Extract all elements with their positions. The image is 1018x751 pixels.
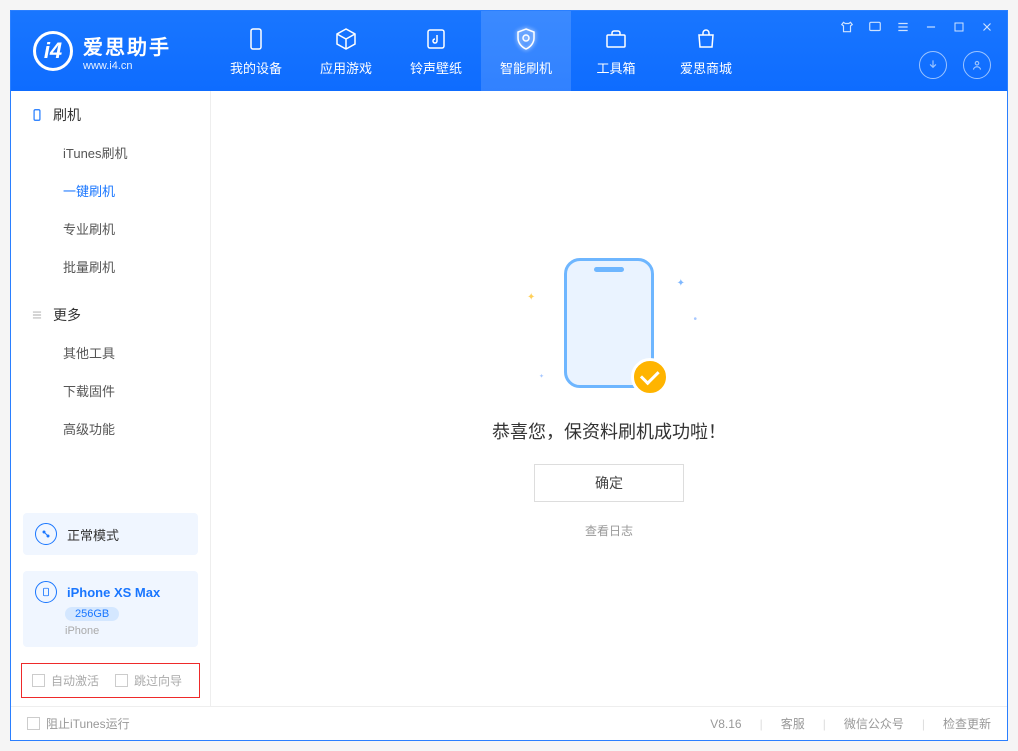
user-icon[interactable] <box>963 51 991 79</box>
checkbox-label: 阻止iTunes运行 <box>46 715 130 732</box>
checkbox-skip-guide[interactable]: 跳过向导 <box>115 672 182 689</box>
sidebar-item-batch-flash[interactable]: 批量刷机 <box>11 247 210 285</box>
device-icon <box>243 26 269 52</box>
phone-icon <box>29 107 45 123</box>
sparkle-icon: ✦ <box>539 373 544 380</box>
app-window: i4 爱思助手 www.i4.cn 我的设备 应用游戏 铃声壁纸 智能刷机 <box>10 10 1008 741</box>
sidebar-heading-more: 更多 <box>11 305 210 333</box>
sidebar-item-itunes-flash[interactable]: iTunes刷机 <box>11 133 210 171</box>
app-subtitle: www.i4.cn <box>83 60 171 72</box>
support-link[interactable]: 客服 <box>781 715 805 732</box>
wechat-link[interactable]: 微信公众号 <box>844 715 904 732</box>
checkbox-label: 自动激活 <box>51 672 99 689</box>
sidebar-item-advanced[interactable]: 高级功能 <box>11 409 210 447</box>
list-icon <box>29 307 45 323</box>
nav-tab-toolbox[interactable]: 工具箱 <box>571 11 661 91</box>
nav-label: 应用游戏 <box>320 58 372 77</box>
nav-tab-apps[interactable]: 应用游戏 <box>301 11 391 91</box>
device-card[interactable]: iPhone XS Max 256GB iPhone <box>23 571 198 647</box>
checkbox-label: 跳过向导 <box>134 672 182 689</box>
sidebar-heading-label: 刷机 <box>53 105 81 125</box>
feedback-icon[interactable] <box>867 19 883 35</box>
main-content: ✦ ✦ • ✦ 恭喜您，保资料刷机成功啦！ 确定 查看日志 <box>211 91 1007 706</box>
logo-block: i4 爱思助手 www.i4.cn <box>11 31 211 72</box>
download-icon[interactable] <box>919 51 947 79</box>
cube-icon <box>333 26 359 52</box>
menu-icon[interactable] <box>895 19 911 35</box>
sidebar-item-pro-flash[interactable]: 专业刷机 <box>11 209 210 247</box>
checkbox-icon <box>32 674 45 687</box>
sparkle-icon: ✦ <box>527 292 535 303</box>
app-title: 爱思助手 <box>83 31 171 60</box>
footer: 阻止iTunes运行 V8.16 | 客服 | 微信公众号 | 检查更新 <box>11 706 1007 740</box>
nav-label: 铃声壁纸 <box>410 58 462 77</box>
sparkle-icon: ✦ <box>677 278 685 289</box>
view-log-link[interactable]: 查看日志 <box>585 522 633 539</box>
nav-label: 工具箱 <box>596 58 635 77</box>
check-update-link[interactable]: 检查更新 <box>943 715 991 732</box>
nav-tabs: 我的设备 应用游戏 铃声壁纸 智能刷机 工具箱 爱思商城 <box>211 11 751 91</box>
sidebar-heading-label: 更多 <box>53 305 81 325</box>
sidebar: 刷机 iTunes刷机 一键刷机 专业刷机 批量刷机 更多 其他工具 下载固件 … <box>11 91 211 706</box>
checkbox-block-itunes[interactable]: 阻止iTunes运行 <box>27 715 130 732</box>
success-message: 恭喜您，保资料刷机成功啦！ <box>492 418 726 444</box>
minimize-icon[interactable] <box>923 19 939 35</box>
nav-tab-store[interactable]: 爱思商城 <box>661 11 751 91</box>
device-name: iPhone XS Max <box>67 585 160 600</box>
window-controls <box>839 19 995 35</box>
nav-label: 智能刷机 <box>500 58 552 77</box>
music-icon <box>423 26 449 52</box>
header-user-actions <box>919 51 991 79</box>
nav-label: 我的设备 <box>230 58 282 77</box>
close-icon[interactable] <box>979 19 995 35</box>
logo-icon: i4 <box>33 31 73 71</box>
confirm-button[interactable]: 确定 <box>534 464 684 502</box>
sidebar-item-other-tools[interactable]: 其他工具 <box>11 333 210 371</box>
sidebar-heading-flash: 刷机 <box>11 105 210 133</box>
mode-label: 正常模式 <box>67 525 119 544</box>
checkbox-auto-activate[interactable]: 自动激活 <box>32 672 99 689</box>
success-illustration: ✦ ✦ • ✦ <box>519 258 699 398</box>
body: 刷机 iTunes刷机 一键刷机 专业刷机 批量刷机 更多 其他工具 下载固件 … <box>11 91 1007 706</box>
sidebar-section-flash: 刷机 iTunes刷机 一键刷机 专业刷机 批量刷机 <box>11 91 210 291</box>
shop-icon <box>693 26 719 52</box>
nav-tab-ringtones[interactable]: 铃声壁纸 <box>391 11 481 91</box>
nav-tab-my-device[interactable]: 我的设备 <box>211 11 301 91</box>
header: i4 爱思助手 www.i4.cn 我的设备 应用游戏 铃声壁纸 智能刷机 <box>11 11 1007 91</box>
sidebar-section-more: 更多 其他工具 下载固件 高级功能 <box>11 291 210 453</box>
maximize-icon[interactable] <box>951 19 967 35</box>
toolbox-icon <box>603 26 629 52</box>
sidebar-item-oneclick-flash[interactable]: 一键刷机 <box>11 171 210 209</box>
version-label: V8.16 <box>710 717 741 731</box>
sidebar-item-download-firmware[interactable]: 下载固件 <box>11 371 210 409</box>
checkbox-icon <box>115 674 128 687</box>
logo-text: 爱思助手 www.i4.cn <box>83 31 171 72</box>
device-icon <box>35 581 57 603</box>
sparkle-icon: • <box>693 314 697 325</box>
device-storage-badge: 256GB <box>65 607 119 621</box>
mode-card[interactable]: 正常模式 <box>23 513 198 555</box>
mode-icon <box>35 523 57 545</box>
nav-label: 爱思商城 <box>680 58 732 77</box>
options-row-highlighted: 自动激活 跳过向导 <box>21 663 200 698</box>
checkbox-icon <box>27 717 40 730</box>
device-type: iPhone <box>65 625 99 637</box>
checkmark-badge-icon <box>631 358 669 396</box>
shirt-icon[interactable] <box>839 19 855 35</box>
shield-icon <box>513 26 539 52</box>
nav-tab-flash[interactable]: 智能刷机 <box>481 11 571 91</box>
